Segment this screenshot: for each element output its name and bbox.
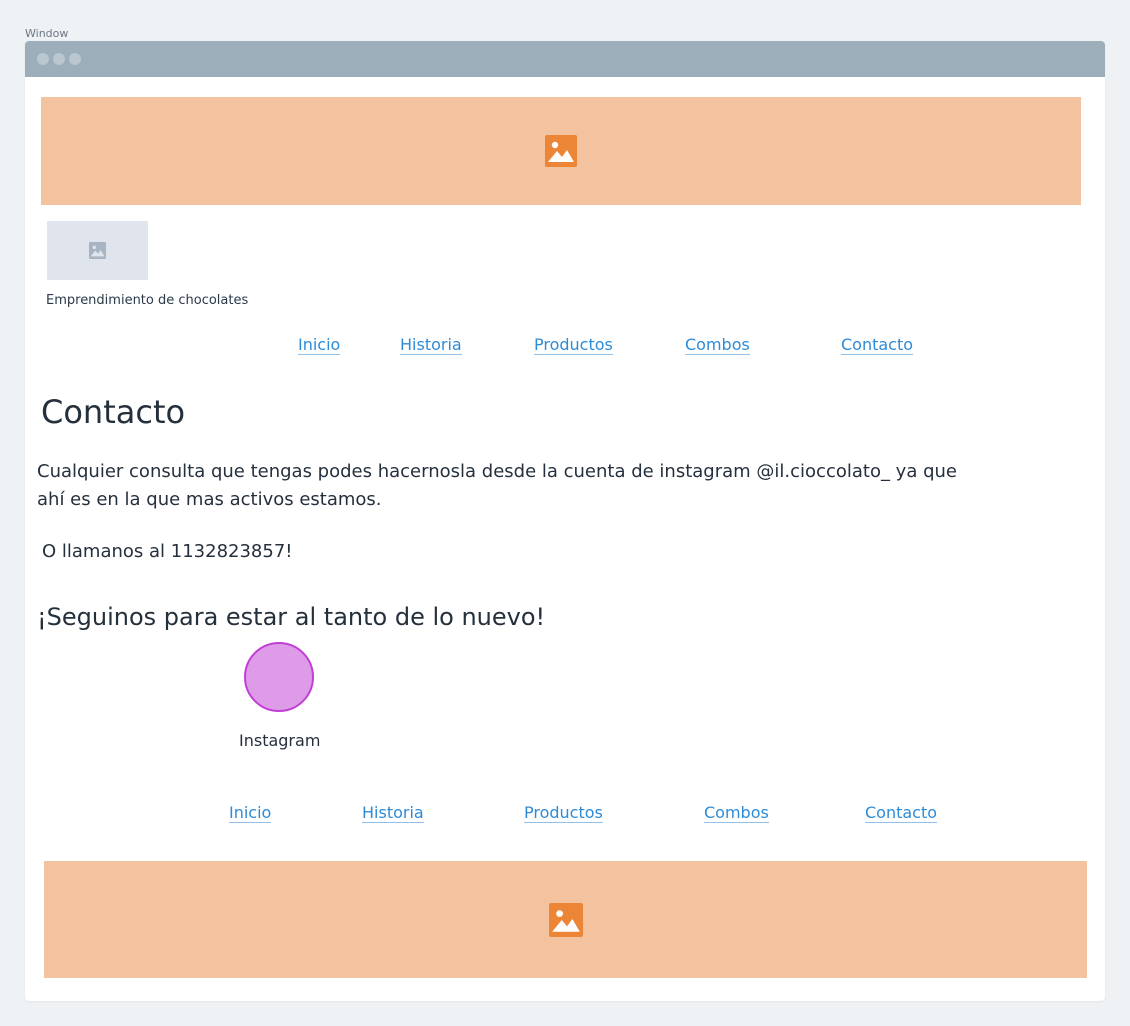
window-minimize-dot[interactable] [53, 53, 65, 65]
header-banner-image [41, 97, 1081, 205]
contact-paragraph: Cualquier consulta que tengas podes hace… [37, 461, 957, 510]
nav-link-historia[interactable]: Historia [400, 336, 462, 355]
nav-link-contacto[interactable]: Contacto [841, 336, 914, 355]
footer-nav-link-productos[interactable]: Productos [524, 804, 603, 823]
nav-link-combos[interactable]: Combos [685, 336, 750, 355]
browser-window: Emprendimiento de chocolates Inicio Hist… [25, 41, 1105, 1001]
window-maximize-dot[interactable] [69, 53, 81, 65]
instagram-icon[interactable] [244, 642, 314, 712]
footer-nav-link-historia[interactable]: Historia [362, 804, 424, 823]
window-titlebar[interactable] [25, 41, 1105, 77]
footer-banner-image [44, 861, 1087, 978]
nav-link-inicio[interactable]: Inicio [298, 336, 341, 355]
footer-nav-link-inicio[interactable]: Inicio [229, 804, 272, 823]
instagram-label[interactable]: Instagram [239, 731, 320, 750]
nav-link-productos[interactable]: Productos [534, 336, 613, 355]
window-close-dot[interactable] [37, 53, 49, 65]
image-icon [548, 902, 583, 937]
footer-nav-link-combos[interactable]: Combos [704, 804, 769, 823]
logo-caption: Emprendimiento de chocolates [46, 293, 249, 308]
image-icon [89, 242, 106, 259]
logo-image[interactable] [47, 221, 148, 280]
phone-line: O llamanos al 1132823857! [42, 541, 293, 562]
window-label: Window [25, 27, 69, 40]
image-icon [545, 135, 577, 167]
footer-nav-link-contacto[interactable]: Contacto [865, 804, 938, 823]
page-title: Contacto [41, 393, 186, 431]
follow-heading: ¡Seguinos para estar al tanto de lo nuev… [37, 603, 546, 631]
